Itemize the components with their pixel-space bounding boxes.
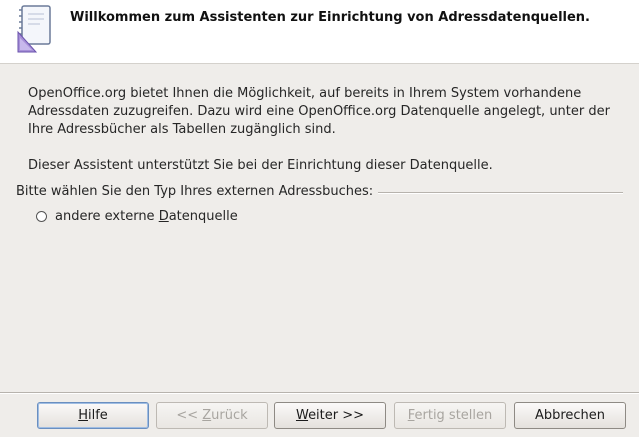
help-button[interactable]: Hilfe — [37, 402, 149, 429]
footer-separator — [0, 392, 639, 394]
address-book-type-label: Bitte wählen Sie den Typ Ihres externen … — [16, 184, 374, 199]
wizard-header: Willkommen zum Assistenten zur Einrichtu… — [0, 0, 639, 64]
radio-other-external-datasource[interactable]: andere externe Datenquelle — [36, 209, 238, 224]
intro-paragraph-1: OpenOffice.org bietet Ihnen die Möglichk… — [28, 86, 610, 137]
radio-label: andere externe Datenquelle — [55, 209, 238, 224]
wizard-title: Willkommen zum Assistenten zur Einrichtu… — [70, 10, 590, 25]
address-book-wizard-icon — [17, 5, 51, 53]
next-button[interactable]: Weiter >> — [274, 402, 386, 429]
intro-text: OpenOffice.org bietet Ihnen die Möglichk… — [28, 85, 628, 175]
group-separator — [378, 192, 623, 194]
intro-paragraph-2: Dieser Assistent unterstützt Sie bei der… — [28, 158, 493, 173]
finish-button[interactable]: Fertig stellen — [394, 402, 506, 429]
radio-button-icon[interactable] — [36, 211, 47, 222]
back-button[interactable]: << Zurück — [156, 402, 268, 429]
cancel-button[interactable]: Abbrechen — [514, 402, 626, 429]
